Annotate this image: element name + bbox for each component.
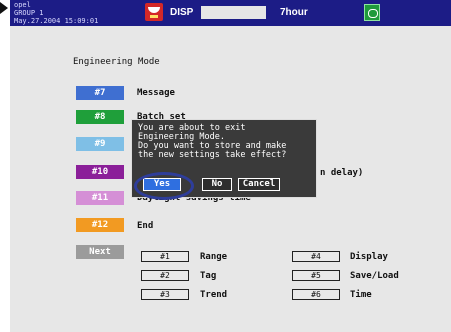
tab-label-save-load: Save/Load <box>350 271 399 281</box>
menu-label-delay-fragment: n delay) <box>320 168 364 178</box>
menu-badge-8[interactable]: #8 <box>76 110 124 124</box>
status-bar: opel GROUP 1 May.27.2004 15:09:01 DISP 7… <box>10 0 451 26</box>
next-button[interactable]: Next <box>76 245 124 259</box>
tab-tag[interactable]: #2 <box>141 270 189 281</box>
menu-badge-11[interactable]: #11 <box>76 191 124 205</box>
menu-badge-12[interactable]: #12 <box>76 218 124 232</box>
tab-trend[interactable]: #3 <box>141 289 189 300</box>
tab-label-trend: Trend <box>200 290 228 300</box>
disp-label: DISP <box>170 7 194 18</box>
tab-time[interactable]: #6 <box>292 289 340 300</box>
tab-save-load[interactable]: #5 <box>292 270 340 281</box>
memory-card-icon <box>364 4 380 21</box>
page-title: Engineering Mode <box>73 57 160 67</box>
tab-label-tag: Tag <box>200 271 217 281</box>
tab-display[interactable]: #4 <box>292 251 340 262</box>
cancel-button[interactable]: Cancel <box>238 178 280 191</box>
dialog-message: You are about to exit Engineering Mode. … <box>138 123 287 160</box>
pointer-arrow-icon <box>0 2 8 14</box>
menu-badge-9[interactable]: #9 <box>76 137 124 151</box>
menu-badge-7[interactable]: #7 <box>76 86 124 100</box>
highlight-ring <box>134 172 194 200</box>
tab-label-range: Range <box>200 252 228 262</box>
device-screen: opel GROUP 1 May.27.2004 15:09:01 DISP 7… <box>10 0 451 332</box>
menu-badge-10[interactable]: #10 <box>76 165 124 179</box>
status-info: opel GROUP 1 May.27.2004 15:09:01 <box>14 1 99 25</box>
disp-icon[interactable] <box>145 3 163 21</box>
tab-range[interactable]: #1 <box>141 251 189 262</box>
tab-label-display: Display <box>350 252 388 262</box>
time-period-label: 7hour <box>280 7 308 18</box>
disp-value-box <box>201 6 266 19</box>
menu-label-end: End <box>137 221 154 231</box>
menu-label-message: Message <box>137 88 175 98</box>
no-button[interactable]: No <box>202 178 232 191</box>
tab-label-time: Time <box>350 290 372 300</box>
